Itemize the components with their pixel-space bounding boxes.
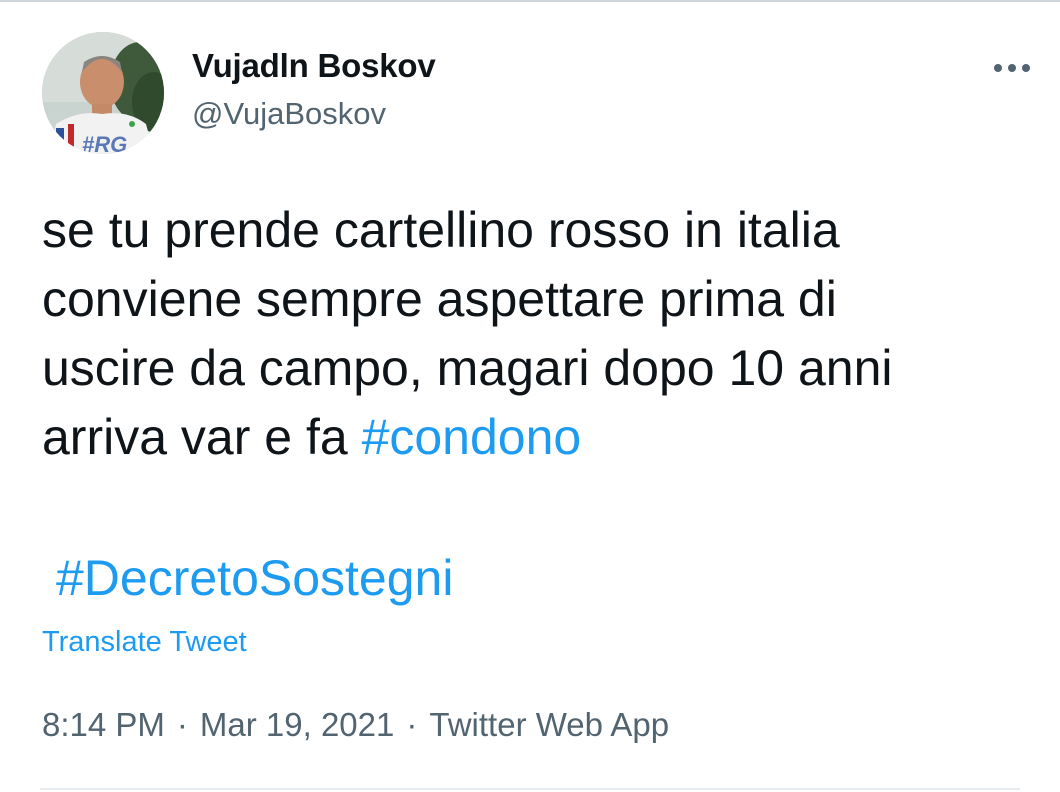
tweet-text-line: arriva var e fa	[42, 409, 362, 465]
tweet-text-line: se tu prende cartellino rosso in italia	[42, 202, 840, 258]
tweet-header: #RG Vujadln Boskov @VujaBoskov	[42, 32, 1032, 156]
author-handle[interactable]: @VujaBoskov	[192, 94, 436, 134]
meta-separator: ·	[406, 706, 418, 743]
hashtag-link-condono[interactable]: #condono	[362, 409, 582, 465]
tweet-text-line: conviene sempre aspettare prima di	[42, 271, 837, 327]
author-names: Vujadln Boskov @VujaBoskov	[192, 46, 436, 134]
author-display-name[interactable]: Vujadln Boskov	[192, 46, 436, 86]
tweet-metadata: 8:14 PM · Mar 19, 2021 · Twitter Web App	[42, 704, 669, 746]
tweet-source[interactable]: Twitter Web App	[429, 706, 669, 743]
top-divider	[0, 0, 1060, 2]
svg-text:#RG: #RG	[82, 132, 127, 154]
meta-separator: ·	[176, 706, 188, 743]
tweet-text: se tu prende cartellino rosso in italia …	[42, 196, 1032, 472]
tweet-date[interactable]: Mar 19, 2021	[200, 706, 394, 743]
avatar-image: #RG	[42, 32, 164, 154]
avatar[interactable]: #RG	[42, 32, 164, 154]
hashtag-line: #DecretoSostegni	[56, 544, 453, 613]
hashtag-link-decretosostegni[interactable]: #DecretoSostegni	[56, 550, 453, 606]
tweet-text-line: uscire da campo, magari dopo 10 anni	[42, 340, 893, 396]
tweet-time[interactable]: 8:14 PM	[42, 706, 165, 743]
more-horizontal-icon[interactable]	[992, 56, 1032, 80]
bottom-divider	[40, 788, 1020, 790]
translate-tweet-link[interactable]: Translate Tweet	[42, 624, 247, 660]
